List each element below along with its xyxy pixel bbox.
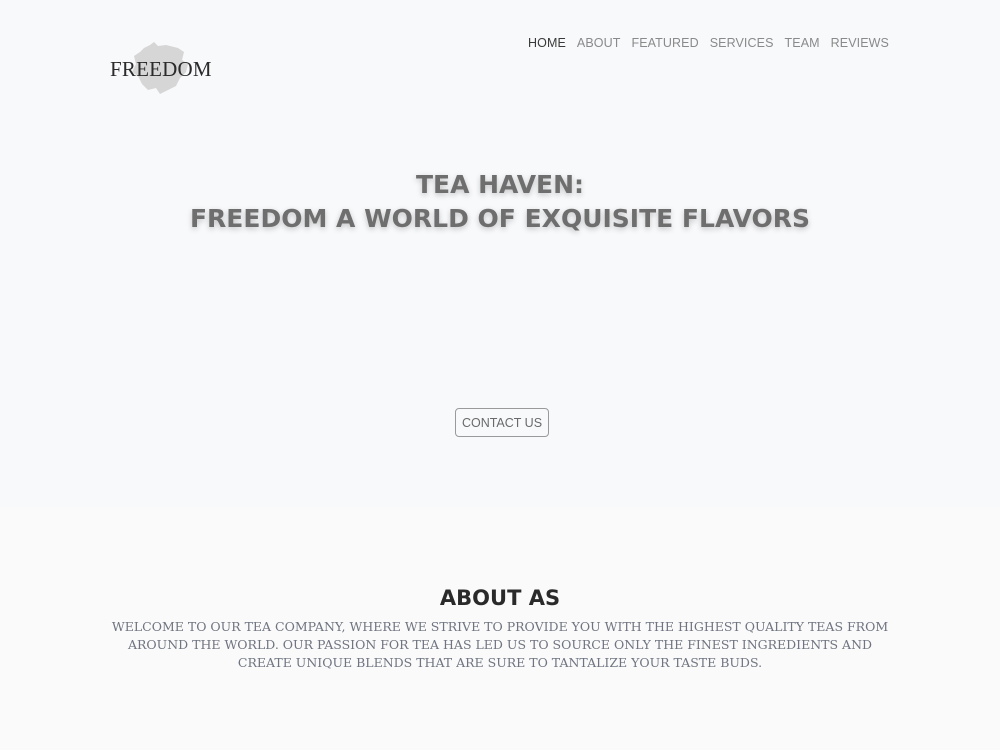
about-title: ABOUT AS [439,586,561,610]
nav-services[interactable]: SERVICES [710,36,774,50]
about-section: ABOUT AS WELCOME TO OUR TEA COMPANY, WHE… [0,507,1000,750]
site-logo[interactable]: FREEDOM [108,40,218,96]
nav-home[interactable]: HOME [528,36,566,50]
nav-featured[interactable]: FEATURED [631,36,698,50]
main-nav: HOME ABOUT FEATURED SERVICES TEAM REVIEW… [528,36,889,50]
hero-section: FREEDOM HOME ABOUT FEATURED SERVICES TEA… [0,0,1000,507]
contact-us-button[interactable]: CONTACT US [455,408,549,437]
hero-title-line1: TEA HAVEN: [415,170,585,199]
nav-team[interactable]: TEAM [785,36,820,50]
logo-text: FREEDOM [110,57,212,81]
about-text: WELCOME TO OUR TEA COMPANY, WHERE WE STR… [111,619,889,670]
hero-title-line2: FREEDOM A WORLD OF EXQUISITE FLAVORS [189,204,811,233]
nav-reviews[interactable]: REVIEWS [831,36,889,50]
hero-title: TEA HAVEN: FREEDOM A WORLD OF EXQUISITE … [0,168,1000,236]
nav-about[interactable]: ABOUT [577,36,621,50]
